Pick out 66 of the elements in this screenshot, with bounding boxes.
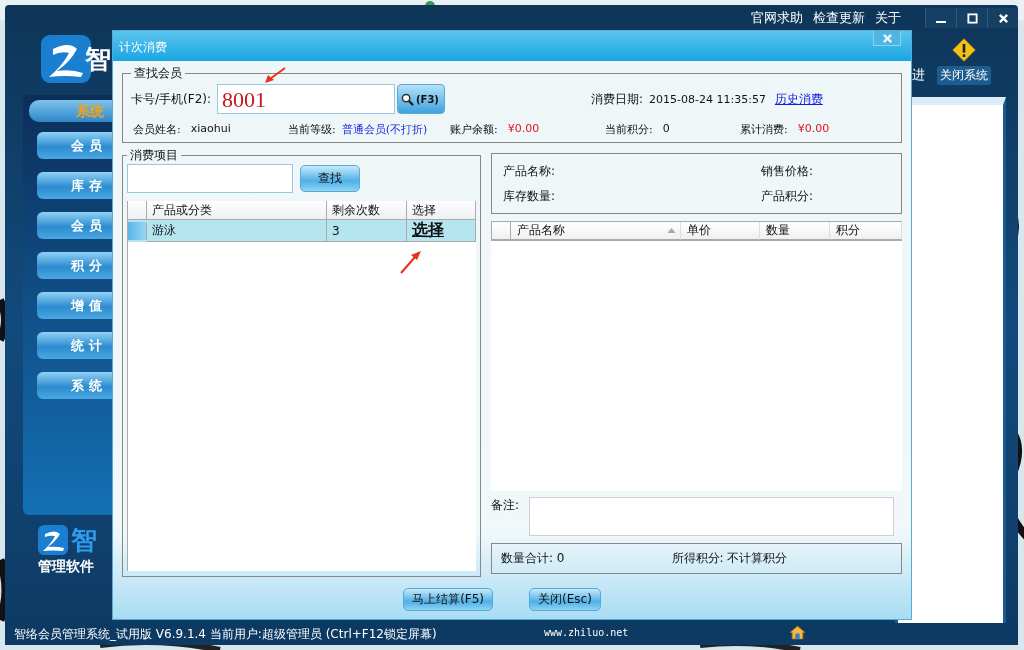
slogan-text: 管理软件 (38, 558, 94, 576)
website-link[interactable]: www.zhiluo.net (544, 627, 629, 638)
field-label: 产品名称: (503, 162, 557, 180)
field-label: 产品积分: (761, 187, 815, 205)
annotation-arrow (400, 250, 422, 274)
search-button[interactable]: (F3) (397, 84, 445, 114)
column-header[interactable]: 剩余次数 (327, 201, 407, 220)
logo-text: 智 (85, 43, 111, 76)
field-label: 账户余额: (450, 121, 498, 137)
search-icon (401, 92, 414, 106)
logo-icon (38, 525, 68, 555)
table-cell: 游泳 (147, 220, 327, 242)
close-icon (881, 32, 893, 44)
close-icon (997, 12, 1009, 24)
group-legend: 查找会员 (131, 65, 185, 82)
history-link[interactable]: 历史消费 (774, 90, 823, 108)
maximize-icon (966, 12, 978, 24)
field-label: 消费日期: (591, 90, 644, 108)
minimize-button[interactable] (925, 8, 956, 28)
dialog-button[interactable]: 关闭(Esc) (529, 588, 601, 611)
column-header[interactable]: 数量 (760, 222, 831, 240)
total-quantity: 数量合计: 0 (501, 550, 565, 567)
close-button[interactable] (987, 8, 1018, 28)
dialog-button[interactable]: 马上结算(F5) (403, 588, 494, 611)
field-label: 累计消费: (740, 121, 788, 137)
field-label: 库存数量: (503, 187, 557, 205)
field-label: 当前积分: (605, 121, 653, 137)
column-header[interactable]: 产品或分类 (147, 201, 327, 220)
close-system-label: 关闭系统 (937, 66, 991, 85)
sort-icon (666, 228, 676, 233)
warning-icon (951, 37, 977, 63)
find-button[interactable]: 查找 (300, 165, 360, 192)
field-value: 0 (662, 121, 670, 137)
top-link[interactable]: 检查更新 (813, 5, 865, 31)
annotation-arrow (264, 67, 286, 85)
column-header[interactable]: 选择 (407, 201, 476, 220)
field-value: 普通会员(不打折) (341, 121, 428, 137)
dialog-title: 计次消费 (119, 39, 167, 56)
field-label: 销售价格: (761, 162, 815, 180)
field-value: xiaohui (190, 121, 231, 137)
table-row[interactable]: 游泳 3 选择 (128, 220, 476, 242)
select-link[interactable]: 选择 (412, 220, 444, 241)
search-field[interactable] (127, 164, 293, 193)
close-system-button[interactable]: 关闭系统 (937, 37, 991, 85)
table-cell: 3 (327, 220, 407, 242)
maximize-button[interactable] (956, 8, 987, 28)
card-number-field[interactable]: 8001 (217, 84, 395, 114)
field-label: 当前等级: (288, 121, 336, 137)
toolbar-label[interactable]: 进 (912, 66, 925, 84)
top-link[interactable]: 关于 (875, 5, 901, 31)
field-value: ¥0.00 (507, 121, 540, 137)
note-field[interactable] (529, 497, 895, 536)
field-value: ¥0.00 (797, 121, 830, 137)
field-label: 会员姓名: (133, 121, 181, 137)
date-value: 2015-08-24 11:35:57 (649, 92, 766, 106)
group-legend: 消费项目 (127, 147, 181, 164)
top-link[interactable]: 官网求助 (751, 5, 803, 31)
field-label: 备注: (491, 497, 520, 514)
field-label: 卡号/手机(F2): (131, 90, 211, 108)
home-icon[interactable] (789, 625, 806, 640)
column-header[interactable]: 单价 (680, 222, 761, 240)
column-header[interactable]: 积分 (830, 222, 902, 240)
logo-text: 智 (71, 525, 97, 555)
column-header[interactable]: 产品名称 (510, 222, 681, 240)
status-text: 智络会员管理系统_试用版 V6.9.1.4 当前用户:超级管理员 (Ctrl+F12锁定屏幕) (14, 626, 437, 643)
points-earned: 所得积分: 不计算积分 (671, 550, 788, 567)
